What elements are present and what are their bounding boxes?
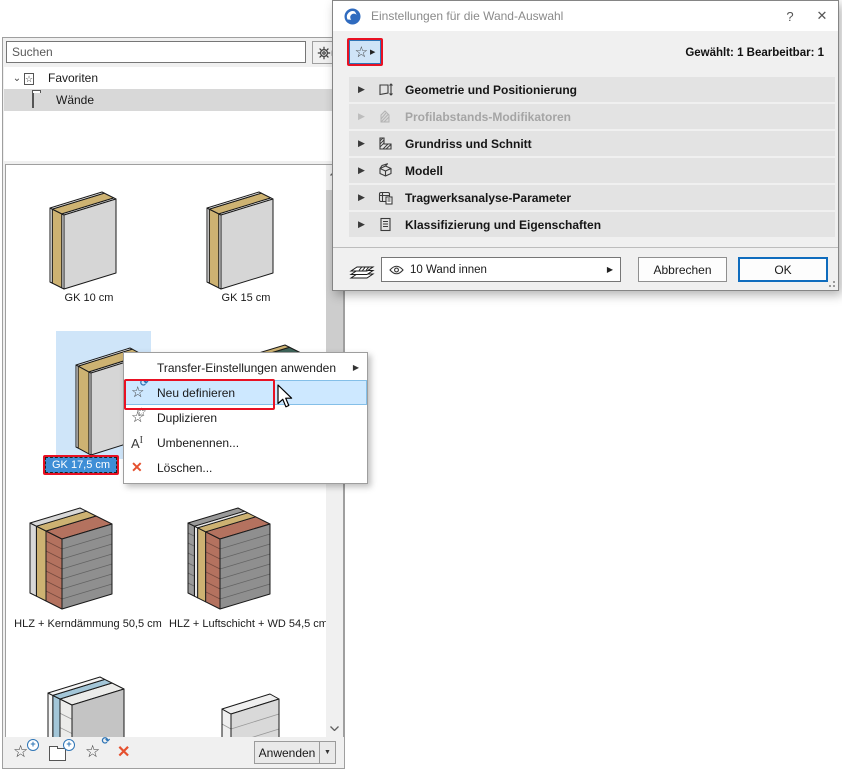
redefine-favorite-icon[interactable]: ☆⟳ xyxy=(85,742,107,764)
wall-label-selected[interactable]: GK 17,5 cm xyxy=(45,457,117,473)
section-label: Grundriss und Schnitt xyxy=(405,137,532,151)
star-icon: ☆ xyxy=(355,45,368,60)
chevron-down-icon[interactable]: ⌄ xyxy=(10,73,24,84)
delete-icon: ✕ xyxy=(131,459,157,476)
menu-item-löschen-[interactable]: ✕Löschen... xyxy=(124,455,367,480)
tree-item-label: Wände xyxy=(56,93,94,107)
footer-divider xyxy=(333,247,838,248)
rename-icon: AI xyxy=(131,435,157,451)
selection-status-text: Gewählt: 1 Bearbeitbar: 1 xyxy=(685,47,824,59)
section-label: Geometrie und Positionierung xyxy=(405,83,577,97)
gear-icon xyxy=(317,46,331,60)
section-geometrie-und-positionierung[interactable]: ▶ Geometrie und Positionierung xyxy=(349,77,835,102)
section-label: Profilabstands-Modifikatoren xyxy=(405,110,571,124)
dialog-title: Einstellungen für die Wand-Auswahl xyxy=(371,9,774,23)
section-modell[interactable]: ▶ Modell xyxy=(349,158,835,183)
favorites-tree: ⌄ ☆ Favoriten Wände xyxy=(4,67,343,161)
model-icon xyxy=(376,162,395,179)
apply-dropdown-arrow[interactable]: ▼ xyxy=(320,741,336,764)
mouse-cursor xyxy=(277,384,295,410)
section-klassifizierung-und-eigenschaften[interactable]: ▶ Klassifizierung und Eigenschaften xyxy=(349,212,835,237)
profile-icon xyxy=(376,108,395,125)
cancel-button[interactable]: Abbrechen xyxy=(638,257,727,282)
new-folder-icon[interactable]: + xyxy=(49,742,71,764)
expand-arrow-icon: ▶ xyxy=(358,138,368,149)
wall-label[interactable]: HLZ + Kerndämmung 50,5 cm xyxy=(5,617,173,631)
menu-item-label: Duplizieren xyxy=(157,411,217,425)
wall-thumbnail[interactable] xyxy=(201,659,306,738)
submenu-arrow-icon: ▶ xyxy=(353,363,359,372)
new-favorite-icon[interactable]: ☆+ xyxy=(13,742,35,764)
structural-icon xyxy=(376,189,395,206)
star-redefine-icon: ☆⟳ xyxy=(131,385,157,400)
menu-item-label: Löschen... xyxy=(157,461,212,475)
star-duplicate-icon: ☆ xyxy=(131,410,157,425)
section-profilabstands-modifikatoren: ▶ Profilabstands-Modifikatoren xyxy=(349,104,835,129)
section-label: Klassifizierung und Eigenschaften xyxy=(405,218,601,232)
dialog-titlebar[interactable]: Einstellungen für die Wand-Auswahl ? ✕ xyxy=(333,1,838,31)
search-input[interactable] xyxy=(6,41,306,63)
menu-item-duplizieren[interactable]: ☆Duplizieren xyxy=(124,405,367,430)
section-tragwerksanalyse-parameter[interactable]: ▶ Tragwerksanalyse-Parameter xyxy=(349,185,835,210)
menu-item-label: Umbenennen... xyxy=(157,436,239,450)
layer-select-value: 10 Wand innen xyxy=(410,264,487,276)
tree-item-favoriten[interactable]: ⌄ ☆ Favoriten xyxy=(4,67,343,89)
wall-thumbnail-gk-10-cm[interactable] xyxy=(34,171,144,301)
close-button[interactable]: ✕ xyxy=(806,1,838,31)
annotation-box-selected-label: GK 17,5 cm xyxy=(43,455,119,475)
menu-item-neu-definieren[interactable]: ☆⟳Neu definieren xyxy=(124,380,367,405)
tree-item-waende[interactable]: Wände xyxy=(4,89,343,111)
ok-button[interactable]: OK xyxy=(738,257,828,282)
annotation-box-favorites-button: ☆ ▶ xyxy=(347,38,383,66)
tree-item-label: Favoriten xyxy=(48,71,98,85)
combo-arrow-icon: ▶ xyxy=(607,265,613,274)
menu-item-transfer-einstellungen-anwenden[interactable]: Transfer-Einstellungen anwenden ▶ xyxy=(124,355,367,380)
plan-section-icon xyxy=(376,135,395,152)
scroll-down-button[interactable] xyxy=(326,720,343,737)
menu-item-label: Transfer-Einstellungen anwenden xyxy=(157,361,336,375)
wall-thumbnail-hlz-luftschicht-wd-54-5-cm[interactable] xyxy=(174,491,319,621)
expand-arrow-icon: ▶ xyxy=(358,192,368,203)
favorites-dropdown-arrow-icon: ▶ xyxy=(370,48,375,56)
wall-thumbnail-hlz-kernd-mmung-50-5-cm[interactable] xyxy=(16,491,161,621)
expand-arrow-icon: ▶ xyxy=(358,165,368,176)
wall-label[interactable]: HLZ + Luftschicht + WD 54,5 cm xyxy=(166,617,331,631)
eye-icon xyxy=(389,265,404,275)
section-label: Tragwerksanalyse-Parameter xyxy=(405,191,571,205)
expand-arrow-icon: ▶ xyxy=(358,219,368,230)
expand-arrow-icon: ▶ xyxy=(358,111,368,122)
favorites-button[interactable]: ☆ ▶ xyxy=(349,40,381,64)
classification-icon xyxy=(376,216,395,233)
help-button[interactable]: ? xyxy=(774,1,806,31)
context-menu: Transfer-Einstellungen anwenden ▶ ☆⟳Neu de… xyxy=(123,352,368,484)
wall-label[interactable]: GK 15 cm xyxy=(163,291,329,305)
wall-thumbnail-gk-15-cm[interactable] xyxy=(191,171,301,301)
menu-item-umbenennen-[interactable]: AIUmbenennen... xyxy=(124,430,367,455)
wall-settings-dialog: Einstellungen für die Wand-Auswahl ? ✕ ☆… xyxy=(332,0,839,291)
layer-select[interactable]: 10 Wand innen ▶ xyxy=(381,257,621,282)
wall-thumbnail[interactable] xyxy=(36,655,156,738)
archicad-logo-icon xyxy=(344,8,361,25)
resize-grip[interactable] xyxy=(827,279,835,287)
geometry-icon xyxy=(376,81,395,98)
favorites-root-icon: ☆ xyxy=(24,71,42,85)
section-label: Modell xyxy=(405,164,443,178)
expand-arrow-icon: ▶ xyxy=(358,84,368,95)
wall-label[interactable]: GK 10 cm xyxy=(6,291,172,305)
delete-favorite-icon[interactable]: ✕ xyxy=(117,742,139,764)
menu-item-label: Neu definieren xyxy=(157,386,235,400)
section-grundriss-und-schnitt[interactable]: ▶ Grundriss und Schnitt xyxy=(349,131,835,156)
layers-icon[interactable] xyxy=(348,257,376,281)
apply-button[interactable]: Anwenden xyxy=(254,741,320,764)
folder-icon xyxy=(32,93,50,107)
palette-bottom-toolbar: ☆+ + ☆⟳ ✕ Anwenden ▼ xyxy=(3,737,344,768)
